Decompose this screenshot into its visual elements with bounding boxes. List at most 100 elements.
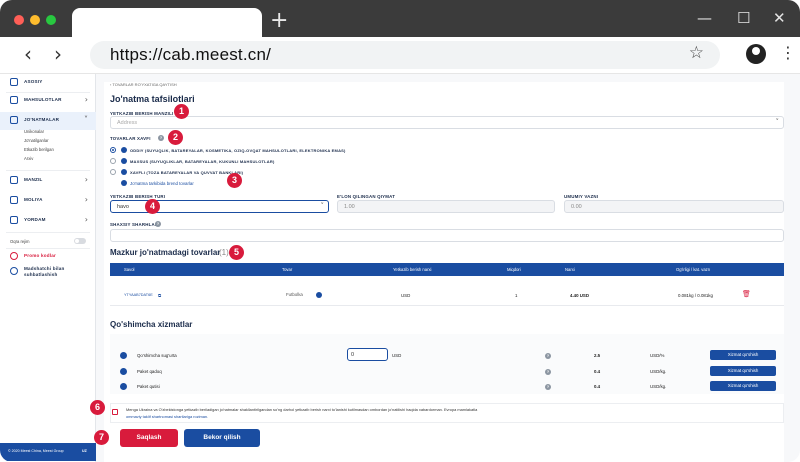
- add-service-button[interactable]: Xizmat qo'shish: [710, 350, 776, 360]
- wallet-icon: [10, 196, 18, 204]
- help-icon[interactable]: ?: [545, 384, 551, 390]
- risk-option-label: ODDIY (SUYUQLIK, BATAREYALAR, KOSMETIKA,…: [130, 148, 346, 153]
- chevron-right-icon: ›: [84, 95, 88, 104]
- divider: [6, 170, 90, 171]
- sidebar-item-label: ASOSIY: [24, 79, 43, 84]
- sidebar-item-jonatmalar[interactable]: JO'NATMALAR ˅: [0, 112, 96, 130]
- chevron-right-icon: ›: [84, 195, 88, 204]
- product-code-link[interactable]: YTYAAB7DAT6E: [124, 293, 153, 297]
- close-icon[interactable]: ✕: [773, 9, 786, 27]
- box-icon: [10, 96, 18, 104]
- help-icon[interactable]: ?: [545, 353, 551, 359]
- save-button[interactable]: Saqlash: [120, 429, 178, 447]
- sidebar-item-label: MOLIYA: [24, 197, 43, 202]
- sidebar-item-mahsulotlar[interactable]: MAHSULOTLAR ›: [0, 92, 96, 110]
- address-select[interactable]: Address ˅: [110, 116, 784, 129]
- box-icon: [120, 383, 127, 390]
- goods-table-header: Savol Tovar Yetkazib berish narxi Miqdor…: [110, 263, 784, 276]
- minimize-icon[interactable]: —: [697, 9, 712, 27]
- dark-mode-label: Oqrа rejim: [10, 239, 30, 244]
- comments-input[interactable]: [110, 229, 784, 242]
- service-unit: USD/kg.: [650, 384, 667, 389]
- delivery-type-label: YETKAZIB BERISH TURI: [110, 194, 166, 199]
- sidebar-item-label: JO'NATMALAR: [24, 117, 60, 122]
- add-service-button[interactable]: Xizmat qo'shish: [710, 366, 776, 376]
- delivery-type-select[interactable]: havo ˅: [110, 200, 329, 213]
- sidebar-subitem[interactable]: Jo'natilganlar: [24, 138, 49, 143]
- step-badge: 3: [227, 173, 242, 188]
- maximize-icon[interactable]: ☐: [737, 9, 750, 27]
- sidebar-item-label: MANZIL: [24, 177, 43, 182]
- chevron-down-icon: ˅: [84, 115, 88, 124]
- maximize-window-dot[interactable]: [46, 15, 56, 25]
- help-icon[interactable]: ?: [155, 221, 161, 227]
- trash-icon[interactable]: 🗑: [742, 290, 751, 298]
- help-icon[interactable]: ?: [158, 135, 164, 141]
- total-weight: 0.00: [571, 204, 582, 210]
- package-icon: [121, 147, 127, 153]
- browser-tab[interactable]: [72, 8, 262, 38]
- risk-radio-ordinary[interactable]: [110, 147, 116, 153]
- divider: [6, 232, 90, 233]
- manager-chat-link[interactable]: Madshatchi bilan suhbatlashish: [24, 266, 86, 278]
- brand-icon: [121, 180, 127, 186]
- brand-goods-option[interactable]: Jo'natma tarkibida brend tovarlar: [130, 181, 194, 186]
- declared-value-field: 1.00: [337, 200, 555, 213]
- weight: 0.081kg / 0.081kg: [678, 293, 713, 298]
- add-service-button[interactable]: Xizmat qo'shish: [710, 381, 776, 391]
- insurance-currency: USD: [392, 353, 402, 358]
- sidebar-item-asosiy[interactable]: ASOSIY: [0, 74, 96, 92]
- risk-option-label: MAXSUS (SUYUQLIKLAR, BATAREYALAR, KUKUNL…: [130, 159, 275, 164]
- package-icon: [120, 368, 127, 375]
- sidebar-item-manzil[interactable]: MANZIL ›: [0, 172, 96, 190]
- language-switch[interactable]: UZ: [82, 449, 87, 453]
- comments-label: SHAXSIY SHARHLAR: [110, 222, 159, 227]
- chat-icon: [10, 267, 18, 275]
- new-tab-button[interactable]: +: [270, 10, 288, 32]
- step-badge: 4: [145, 199, 160, 214]
- sidebar-subitem[interactable]: Arxiv: [24, 156, 33, 161]
- sidebar-item-label: MAHSULOTLAR: [24, 97, 62, 102]
- promo-codes-link[interactable]: Promo kodlar: [24, 253, 56, 258]
- address-bar[interactable]: https://cab.meest.cn/ ☆: [90, 41, 720, 69]
- chevron-down-icon: ˅: [775, 118, 780, 126]
- forward-arrow-icon[interactable]: ›: [54, 42, 62, 66]
- offer-terms-link[interactable]: ommaviy taklif shartnomasi shartlariga r…: [126, 414, 208, 419]
- sidebar-subitem[interactable]: Etkazib berilgan: [24, 147, 54, 152]
- service-name: Qo'shimcha sug'urta: [137, 353, 177, 358]
- back-arrow-icon[interactable]: ‹: [24, 42, 32, 66]
- service-price: 2.5: [594, 353, 601, 358]
- divider: [6, 248, 90, 249]
- home-icon: [10, 78, 18, 86]
- risk-radio-dangerous[interactable]: [110, 169, 116, 175]
- help-icon: [10, 216, 18, 224]
- minimize-window-dot[interactable]: [30, 15, 40, 25]
- sidebar-item-moliya[interactable]: MOLIYA ›: [0, 192, 96, 210]
- total-weight-label: UMUMIY VAZNI: [564, 194, 599, 199]
- goods-heading: Mazkur jo'natmadagi tovarlar: [110, 248, 221, 257]
- shield-icon: [120, 352, 127, 359]
- risk-radio-special[interactable]: [110, 158, 116, 164]
- sidebar-item-yordam[interactable]: YORDAM ›: [0, 212, 96, 230]
- service-name: Paket qutisi: [137, 384, 160, 389]
- url-text[interactable]: https://cab.meest.cn/: [110, 45, 271, 65]
- services-heading: Qo'shimcha xizmatlar: [110, 320, 193, 329]
- cancel-button[interactable]: Bekor qilish: [184, 429, 260, 447]
- step-badge: 7: [94, 430, 109, 445]
- insurance-amount-input[interactable]: 0: [347, 348, 388, 361]
- step-badge: 1: [174, 104, 189, 119]
- consent-checkbox[interactable]: [112, 409, 118, 415]
- declared-value: 1.00: [344, 204, 355, 210]
- step-badge: 6: [90, 400, 105, 415]
- dark-mode-toggle[interactable]: [74, 238, 86, 244]
- help-icon[interactable]: ?: [545, 369, 551, 375]
- bookmark-star-icon[interactable]: ☆: [689, 43, 704, 63]
- sidebar-subitem[interactable]: Unikonalar: [24, 129, 44, 134]
- total-weight-field: 0.00: [564, 200, 784, 213]
- browser-menu-icon[interactable]: ⋮: [780, 43, 796, 62]
- copy-icon[interactable]: ⧉: [158, 293, 161, 298]
- close-window-dot[interactable]: [14, 15, 24, 25]
- profile-avatar-icon[interactable]: [746, 44, 766, 64]
- back-to-list-link[interactable]: ‹ TOVARLAR RO'YXATIGA QAYTISH: [110, 82, 177, 87]
- info-icon[interactable]: [316, 292, 322, 298]
